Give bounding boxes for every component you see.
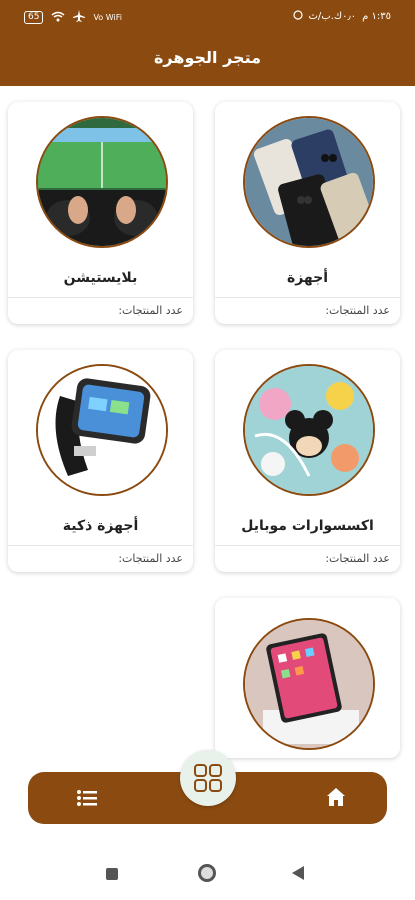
card-title: اكسسوارات موبايل xyxy=(241,518,374,534)
wifi-icon xyxy=(51,11,65,25)
mobile-accessories-image xyxy=(243,364,375,496)
grid-icon xyxy=(194,764,222,792)
divider xyxy=(215,297,400,298)
category-card-smart-devices[interactable]: أجهزة ذكية عدد المنتجات: xyxy=(8,350,193,572)
divider xyxy=(8,545,193,546)
product-count: عدد المنتجات: xyxy=(118,552,183,565)
home-button[interactable] xyxy=(325,786,347,808)
category-card-playstation[interactable]: بلايستيشن عدد المنتجات: xyxy=(8,102,193,324)
recents-button[interactable] xyxy=(106,868,118,880)
status-right: ١:٣٥ م ٠٫٠ك.ب/ث xyxy=(292,10,391,23)
card-title: أجهزة ذكية xyxy=(62,518,139,534)
back-button[interactable] xyxy=(292,866,304,880)
card-title: بلايستيشن xyxy=(63,270,138,286)
page-title: متجر الجوهرة xyxy=(153,48,262,67)
tablet-image xyxy=(243,618,375,750)
alarm-icon xyxy=(292,10,303,23)
status-left: 65 Vo WiFi xyxy=(24,10,122,25)
phones-image xyxy=(243,116,375,248)
home-system-button[interactable] xyxy=(198,864,216,882)
product-count: عدد المنتجات: xyxy=(325,552,390,565)
clock: ١:٣٥ م xyxy=(362,11,391,22)
list-button[interactable] xyxy=(76,788,98,808)
vowifi-label: Vo WiFi xyxy=(93,13,122,22)
category-card-mobile-accessories[interactable]: اكسسوارات موبايل عدد المنتجات: xyxy=(215,350,400,572)
card-title: أجهزة xyxy=(286,270,329,286)
battery-icon: 65 xyxy=(24,11,44,24)
home-icon xyxy=(327,788,345,806)
status-bar: 65 Vo WiFi ١:٣٥ م ٠٫٠ك.ب/ث xyxy=(0,0,415,34)
smartwatch-image xyxy=(36,364,168,496)
product-count: عدد المنتجات: xyxy=(118,304,183,317)
app-bar: متجر الجوهرة xyxy=(0,34,415,86)
divider xyxy=(215,545,400,546)
system-navigation xyxy=(0,848,415,900)
category-card-tablets[interactable] xyxy=(215,598,400,758)
divider xyxy=(8,297,193,298)
airplane-icon xyxy=(73,10,86,25)
category-card-devices[interactable]: أجهزة عدد المنتجات: xyxy=(215,102,400,324)
playstation-image xyxy=(36,116,168,248)
bottom-navigation xyxy=(28,748,387,826)
product-count: عدد المنتجات: xyxy=(325,304,390,317)
categories-button[interactable] xyxy=(180,750,236,806)
data-speed: ٠٫٠ك.ب/ث xyxy=(308,11,357,22)
list-icon xyxy=(77,790,97,806)
